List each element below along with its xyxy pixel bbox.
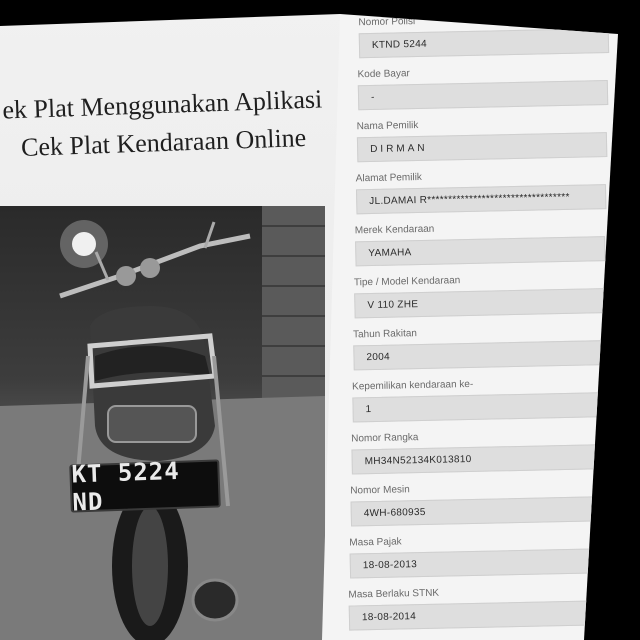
masa-pajak-input[interactable]: 18-08-2013 — [349, 548, 601, 579]
kepemilikan-input[interactable]: 1 — [352, 392, 603, 423]
field-label: Tahun Rakitan — [352, 328, 418, 341]
kode-bayar-input[interactable]: - — [357, 80, 609, 111]
field-label: Alamat Pemilik — [355, 171, 422, 185]
field-kode-bayar: Kode Bayar - — [357, 64, 618, 111]
field-nama-pemilik: Nama Pemilik DIRMAN — [357, 116, 618, 163]
field-tahun-rakitan: Tahun Rakitan 2004 — [353, 324, 618, 371]
vehicle-info-panel: Nomor Polisi KTND 5244 Kode Bayar - Nama… — [322, 14, 618, 640]
field-nomor-polisi: Nomor Polisi KTND 5244 — [358, 14, 618, 59]
merek-kendaraan-input[interactable]: YAMAHA — [355, 236, 606, 267]
field-label: Tipe / Model Kendaraan — [353, 275, 461, 289]
field-label: Nomor Mesin — [350, 484, 410, 497]
article-headline: ek Plat Menggunakan Aplikasi Cek Plat Ke… — [0, 80, 340, 169]
field-alamat-pemilik: Alamat Pemilik JL.DAMAI R***************… — [356, 168, 618, 215]
motorcycle-illustration — [0, 206, 325, 640]
nama-pemilik-input[interactable]: DIRMAN — [356, 132, 608, 163]
field-label: Nama Pemilik — [356, 120, 419, 133]
license-plate: KT 5224 ND — [69, 457, 221, 517]
field-label: Nomor Rangka — [351, 432, 419, 445]
field-label: Nomor Polisi — [358, 16, 416, 29]
tipe-model-input[interactable]: V 110 ZHE — [354, 288, 605, 319]
article-panel: ek Plat Menggunakan Aplikasi Cek Plat Ke… — [0, 14, 340, 640]
field-label: Merek Kendaraan — [354, 223, 435, 237]
alamat-pemilik-input[interactable]: JL.DAMAI R******************************… — [355, 184, 607, 215]
nomor-mesin-input[interactable]: 4WH-680935 — [350, 496, 601, 527]
field-tipe-model: Tipe / Model Kendaraan V 110 ZHE — [354, 272, 618, 319]
masa-berlaku-stnk-input[interactable]: 18-08-2014 — [348, 600, 600, 631]
nomor-polisi-input[interactable]: KTND 5244 — [358, 28, 610, 59]
field-masa-pajak: Masa Pajak 18-08-2013 — [349, 532, 618, 579]
field-label: Kode Bayar — [357, 68, 410, 81]
field-nomor-rangka: Nomor Rangka MH34N52134K013810 — [351, 428, 618, 475]
field-merek-kendaraan: Merek Kendaraan YAMAHA — [355, 220, 618, 267]
nomor-rangka-input[interactable]: MH34N52134K013810 — [351, 444, 602, 475]
field-masa-berlaku-stnk: Masa Berlaku STNK 18-08-2014 — [348, 584, 618, 631]
motorcycle-photo — [0, 206, 325, 640]
vehicle-info-form: Nomor Polisi KTND 5244 Kode Bayar - Nama… — [322, 14, 618, 640]
field-kepemilikan: Kepemilikan kendaraan ke- 1 — [352, 376, 618, 423]
field-nomor-mesin: Nomor Mesin 4WH-680935 — [350, 480, 618, 527]
field-label: Kepemilikan kendaraan ke- — [351, 378, 474, 393]
field-label: Masa Pajak — [349, 536, 402, 549]
field-label: Masa Berlaku STNK — [348, 587, 440, 601]
tahun-rakitan-input[interactable]: 2004 — [353, 340, 604, 371]
